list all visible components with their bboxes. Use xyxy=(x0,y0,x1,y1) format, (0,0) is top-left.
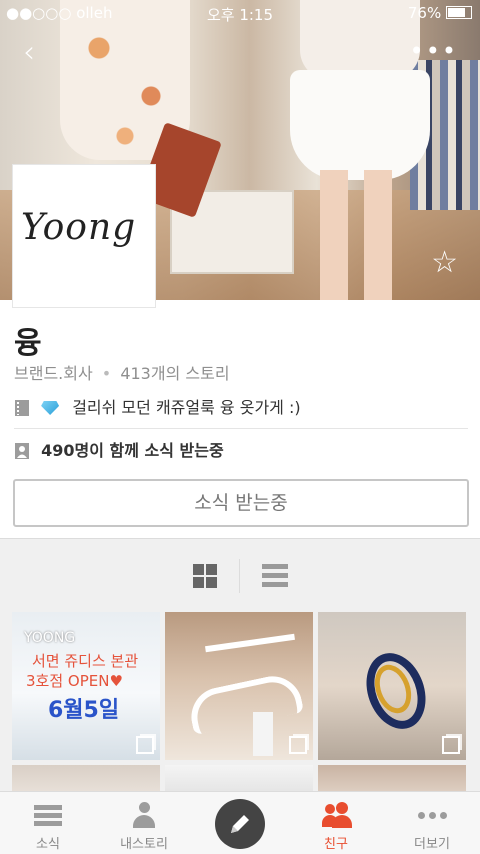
tab-friends[interactable]: 친구 xyxy=(288,792,384,854)
channel-category[interactable]: 브랜드.회사 xyxy=(14,364,93,383)
follower-count: 490명이 함께 소식 받는중 xyxy=(41,441,224,460)
person-icon xyxy=(130,802,158,828)
followers-row: 490명이 함께 소식 받는중 xyxy=(14,437,468,467)
battery-status: 76% xyxy=(408,4,472,22)
photo-tile[interactable]: YOONG 서면 쥬디스 본관 3호점 OPEN♥ 6월5일 xyxy=(12,612,160,760)
cover-skirt xyxy=(290,70,430,180)
status-bar: ●●○○○ olleh 오후 1:15 76% xyxy=(0,0,480,26)
tab-label: 소식 xyxy=(36,837,60,852)
back-button[interactable]: ‹ xyxy=(14,38,44,72)
story-count: 413개의 스토리 xyxy=(120,364,230,383)
battery-percent: 76% xyxy=(407,4,442,22)
sandal-heel xyxy=(253,712,273,756)
tab-label: 내스토리 xyxy=(120,837,168,852)
multi-photo-icon xyxy=(289,736,307,754)
sandal-shape xyxy=(185,670,305,736)
description-row: 걸리쉬 모던 캐쥬얼룩 융 옷가게 :) xyxy=(14,394,468,429)
tab-label: 더보기 xyxy=(414,837,450,852)
multi-photo-icon xyxy=(442,736,460,754)
battery-icon xyxy=(446,6,472,19)
photo-tile[interactable] xyxy=(318,612,466,760)
more-dots-icon xyxy=(418,802,447,828)
photo-tile[interactable] xyxy=(165,612,313,760)
channel-description: 걸리쉬 모던 캐쥬얼룩 융 옷가게 :) xyxy=(72,398,301,417)
photo-text: 3호점 OPEN♥ xyxy=(26,672,123,690)
tab-bar: 소식 내스토리 친구 더보기 xyxy=(0,791,480,854)
photo-text: 서면 쥬디스 본관 xyxy=(32,652,139,670)
channel-meta: 브랜드.회사 • 413개의 스토리 xyxy=(14,360,230,384)
star-icon[interactable]: ☆ xyxy=(431,248,458,278)
news-icon xyxy=(34,802,62,828)
channel-logo: Yoong xyxy=(12,164,156,308)
more-options-button[interactable]: ••• xyxy=(410,39,458,63)
write-button[interactable] xyxy=(215,799,265,849)
photo-text: YOONG xyxy=(24,630,76,646)
person-card-icon xyxy=(15,443,29,459)
tab-write[interactable] xyxy=(192,792,288,854)
photo-grid: YOONG 서면 쥬디스 본관 3호점 OPEN♥ 6월5일 xyxy=(0,609,480,805)
follow-button[interactable]: 소식 받는중 xyxy=(13,479,469,527)
pencil-icon xyxy=(231,815,249,833)
sandal-strap xyxy=(205,633,295,653)
view-toggle-bar xyxy=(0,539,480,609)
cover-legs xyxy=(320,170,400,300)
logo-text: Yoong xyxy=(21,207,137,248)
tab-more[interactable]: 더보기 xyxy=(384,792,480,854)
meta-separator: • xyxy=(101,364,112,383)
toggle-separator xyxy=(239,559,240,593)
tab-my-story[interactable]: 내스토리 xyxy=(96,792,192,854)
channel-name: 융 xyxy=(14,326,42,361)
grid-view-icon[interactable] xyxy=(193,564,217,588)
list-view-icon[interactable] xyxy=(262,564,288,588)
friends-icon xyxy=(322,802,352,828)
multi-photo-icon xyxy=(136,736,154,754)
tab-news[interactable]: 소식 xyxy=(0,792,96,854)
diamond-icon xyxy=(41,401,60,415)
film-icon xyxy=(15,400,29,416)
tab-label: 친구 xyxy=(324,837,348,852)
photo-text: 6월5일 xyxy=(48,698,120,723)
